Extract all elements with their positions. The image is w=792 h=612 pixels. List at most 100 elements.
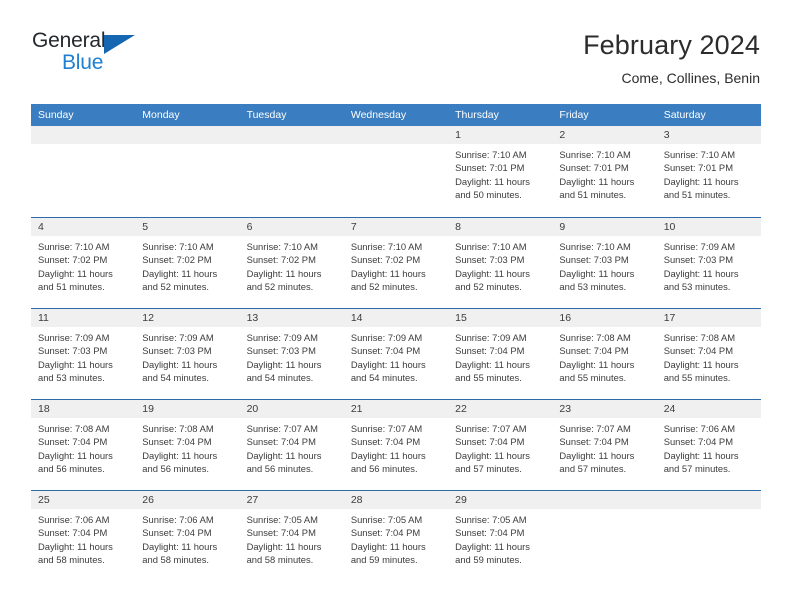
page-header: General Blue February 2024 Come, Colline… bbox=[0, 0, 792, 100]
sunrise-text: Sunrise: 7:06 AM bbox=[38, 514, 110, 525]
day-number: 27 bbox=[239, 491, 344, 509]
day-number: 12 bbox=[135, 309, 240, 327]
sunset-text: Sunset: 7:03 PM bbox=[142, 345, 212, 357]
daylight-text-line1: Daylight: 11 hours bbox=[350, 540, 426, 552]
calendar-day-cell[interactable]: 19 Sunrise: 7:08 AM Sunset: 7:04 PM Dayligh… bbox=[135, 399, 240, 490]
calendar-day-cell[interactable]: 10 Sunrise: 7:09 AM Sunset: 7:03 PM Dayligh… bbox=[656, 217, 761, 308]
daylight-text-line2: and 58 minutes. bbox=[38, 554, 105, 566]
day-details: Sunrise: 7:10 AM Sunset: 7:02 PM Daylight:… bbox=[135, 236, 239, 294]
day-number: 28 bbox=[343, 491, 449, 509]
calendar-table: Sunday Monday Tuesday Wednesday Thursday… bbox=[31, 104, 761, 581]
weekday-header-thursday: Thursday bbox=[448, 104, 553, 126]
daylight-text-line2: and 55 minutes. bbox=[663, 372, 731, 384]
weekday-header-friday: Friday bbox=[552, 104, 657, 126]
calendar-day-cell[interactable]: 24 Sunrise: 7:06 AM Sunset: 7:04 PM Dayligh… bbox=[656, 399, 761, 490]
day-details: Sunrise: 7:05 AM Sunset: 7:04 PM Daylight:… bbox=[240, 509, 344, 567]
sunrise-text: Sunrise: 7:09 AM bbox=[350, 332, 423, 343]
title-block: February 2024 Come, Collines, Benin bbox=[583, 30, 760, 86]
day-details: Sunrise: 7:05 AM Sunset: 7:04 PM Daylight:… bbox=[344, 509, 448, 567]
sunset-text: Sunset: 7:04 PM bbox=[142, 527, 212, 539]
general-blue-logo[interactable]: General Blue bbox=[32, 30, 144, 82]
daylight-text-line1: Daylight: 11 hours bbox=[350, 449, 426, 461]
sunrise-text: Sunrise: 7:05 AM bbox=[455, 514, 527, 525]
day-number: 17 bbox=[656, 309, 761, 327]
daylight-text-line2: and 59 minutes. bbox=[350, 554, 418, 566]
day-number bbox=[135, 126, 240, 144]
calendar-day-cell[interactable]: 25 Sunrise: 7:06 AM Sunset: 7:04 PM Dayligh… bbox=[31, 490, 136, 581]
calendar-day-cell[interactable]: 3 Sunrise: 7:10 AM Sunset: 7:01 PM Daylight… bbox=[656, 126, 761, 217]
day-details: Sunrise: 7:09 AM Sunset: 7:03 PM Daylight:… bbox=[31, 327, 135, 385]
calendar-day-cell[interactable]: 16 Sunrise: 7:08 AM Sunset: 7:04 PM Dayligh… bbox=[552, 308, 657, 399]
day-number: 1 bbox=[448, 126, 553, 144]
page-subtitle: Come, Collines, Benin bbox=[621, 70, 760, 87]
day-details: Sunrise: 7:10 AM Sunset: 7:02 PM Daylight:… bbox=[31, 236, 135, 294]
day-details: Sunrise: 7:08 AM Sunset: 7:04 PM Daylight:… bbox=[135, 418, 239, 476]
calendar-day-cell[interactable]: 17 Sunrise: 7:08 AM Sunset: 7:04 PM Dayligh… bbox=[656, 308, 761, 399]
sunset-text: Sunset: 7:03 PM bbox=[663, 254, 733, 266]
sunset-text: Sunset: 7:02 PM bbox=[38, 254, 108, 266]
calendar-day-cell[interactable]: 6 Sunrise: 7:10 AM Sunset: 7:02 PM Daylight… bbox=[239, 217, 344, 308]
day-number: 10 bbox=[656, 218, 761, 236]
calendar-day-cell[interactable]: 21 Sunrise: 7:07 AM Sunset: 7:04 PM Dayligh… bbox=[343, 399, 449, 490]
calendar-day-cell[interactable]: 20 Sunrise: 7:07 AM Sunset: 7:04 PM Dayligh… bbox=[239, 399, 344, 490]
calendar-day-cell[interactable]: 5 Sunrise: 7:10 AM Sunset: 7:02 PM Daylight… bbox=[135, 217, 240, 308]
daylight-text-line2: and 52 minutes. bbox=[350, 281, 418, 293]
calendar-day-cell[interactable]: 13 Sunrise: 7:09 AM Sunset: 7:03 PM Dayligh… bbox=[239, 308, 344, 399]
calendar-day-cell[interactable]: 26 Sunrise: 7:06 AM Sunset: 7:04 PM Dayligh… bbox=[135, 490, 240, 581]
calendar-week-row: 18 Sunrise: 7:08 AM Sunset: 7:04 PM Dayligh… bbox=[31, 399, 761, 490]
calendar-day-cell[interactable]: 12 Sunrise: 7:09 AM Sunset: 7:03 PM Dayligh… bbox=[135, 308, 240, 399]
sunrise-text: Sunrise: 7:10 AM bbox=[663, 149, 736, 160]
daylight-text-line2: and 53 minutes. bbox=[38, 372, 105, 384]
daylight-text-line2: and 53 minutes. bbox=[663, 281, 731, 293]
calendar-day-cell[interactable]: 1 Sunrise: 7:10 AM Sunset: 7:01 PM Daylight… bbox=[448, 126, 553, 217]
calendar-day-cell[interactable]: 22 Sunrise: 7:07 AM Sunset: 7:04 PM Dayligh… bbox=[448, 399, 553, 490]
sunset-text: Sunset: 7:03 PM bbox=[559, 254, 629, 266]
daylight-text-line2: and 54 minutes. bbox=[142, 372, 209, 384]
day-number: 14 bbox=[343, 309, 449, 327]
day-details: Sunrise: 7:05 AM Sunset: 7:04 PM Daylight:… bbox=[448, 509, 552, 567]
day-number: 3 bbox=[656, 126, 761, 144]
sunset-text: Sunset: 7:04 PM bbox=[38, 436, 108, 448]
calendar-week-row: 25 Sunrise: 7:06 AM Sunset: 7:04 PM Dayligh… bbox=[31, 490, 761, 581]
calendar-day-cell[interactable]: 28 Sunrise: 7:05 AM Sunset: 7:04 PM Dayligh… bbox=[343, 490, 449, 581]
calendar-day-cell[interactable]: 23 Sunrise: 7:07 AM Sunset: 7:04 PM Dayligh… bbox=[552, 399, 657, 490]
day-details: Sunrise: 7:09 AM Sunset: 7:03 PM Daylight:… bbox=[135, 327, 239, 385]
calendar-day-cell[interactable]: 4 Sunrise: 7:10 AM Sunset: 7:02 PM Daylight… bbox=[31, 217, 136, 308]
sunset-text: Sunset: 7:04 PM bbox=[455, 345, 525, 357]
calendar-day-cell[interactable]: 11 Sunrise: 7:09 AM Sunset: 7:03 PM Dayligh… bbox=[31, 308, 136, 399]
calendar-day-cell[interactable]: 27 Sunrise: 7:05 AM Sunset: 7:04 PM Dayligh… bbox=[239, 490, 344, 581]
day-number bbox=[343, 126, 449, 144]
day-number bbox=[656, 491, 761, 509]
calendar-day-cell[interactable]: 14 Sunrise: 7:09 AM Sunset: 7:04 PM Dayligh… bbox=[343, 308, 449, 399]
sunrise-text: Sunrise: 7:05 AM bbox=[350, 514, 423, 525]
daylight-text-line1: Daylight: 11 hours bbox=[246, 358, 322, 370]
daylight-text-line2: and 55 minutes. bbox=[455, 372, 522, 384]
day-number: 15 bbox=[448, 309, 553, 327]
day-number: 20 bbox=[239, 400, 344, 418]
calendar-day-cell[interactable]: 18 Sunrise: 7:08 AM Sunset: 7:04 PM Dayligh… bbox=[31, 399, 136, 490]
calendar-day-cell[interactable]: 7 Sunrise: 7:10 AM Sunset: 7:02 PM Daylight… bbox=[343, 217, 449, 308]
day-details: Sunrise: 7:10 AM Sunset: 7:02 PM Daylight:… bbox=[344, 236, 448, 294]
daylight-text-line2: and 52 minutes. bbox=[455, 281, 522, 293]
day-details: Sunrise: 7:09 AM Sunset: 7:03 PM Daylight:… bbox=[657, 236, 761, 294]
calendar-day-cell[interactable]: 9 Sunrise: 7:10 AM Sunset: 7:03 PM Daylight… bbox=[552, 217, 657, 308]
daylight-text-line1: Daylight: 11 hours bbox=[559, 449, 635, 461]
calendar-day-cell[interactable]: 15 Sunrise: 7:09 AM Sunset: 7:04 PM Dayligh… bbox=[448, 308, 553, 399]
day-number: 16 bbox=[552, 309, 657, 327]
day-details: Sunrise: 7:07 AM Sunset: 7:04 PM Daylight:… bbox=[552, 418, 656, 476]
sunset-text: Sunset: 7:02 PM bbox=[350, 254, 421, 266]
day-number bbox=[552, 491, 657, 509]
daylight-text-line1: Daylight: 11 hours bbox=[455, 267, 530, 279]
sunset-text: Sunset: 7:04 PM bbox=[246, 436, 316, 448]
day-number: 11 bbox=[31, 309, 136, 327]
day-details: Sunrise: 7:09 AM Sunset: 7:04 PM Daylight:… bbox=[448, 327, 552, 385]
daylight-text-line1: Daylight: 11 hours bbox=[455, 358, 530, 370]
calendar-day-cell[interactable]: 2 Sunrise: 7:10 AM Sunset: 7:01 PM Daylight… bbox=[552, 126, 657, 217]
daylight-text-line2: and 59 minutes. bbox=[455, 554, 522, 566]
sunset-text: Sunset: 7:04 PM bbox=[663, 436, 733, 448]
sunrise-text: Sunrise: 7:07 AM bbox=[455, 423, 527, 434]
daylight-text-line2: and 57 minutes. bbox=[455, 463, 522, 475]
calendar-day-cell[interactable]: 8 Sunrise: 7:10 AM Sunset: 7:03 PM Daylight… bbox=[448, 217, 553, 308]
calendar-day-cell[interactable]: 29 Sunrise: 7:05 AM Sunset: 7:04 PM Dayligh… bbox=[448, 490, 553, 581]
day-details: Sunrise: 7:08 AM Sunset: 7:04 PM Daylight:… bbox=[552, 327, 656, 385]
